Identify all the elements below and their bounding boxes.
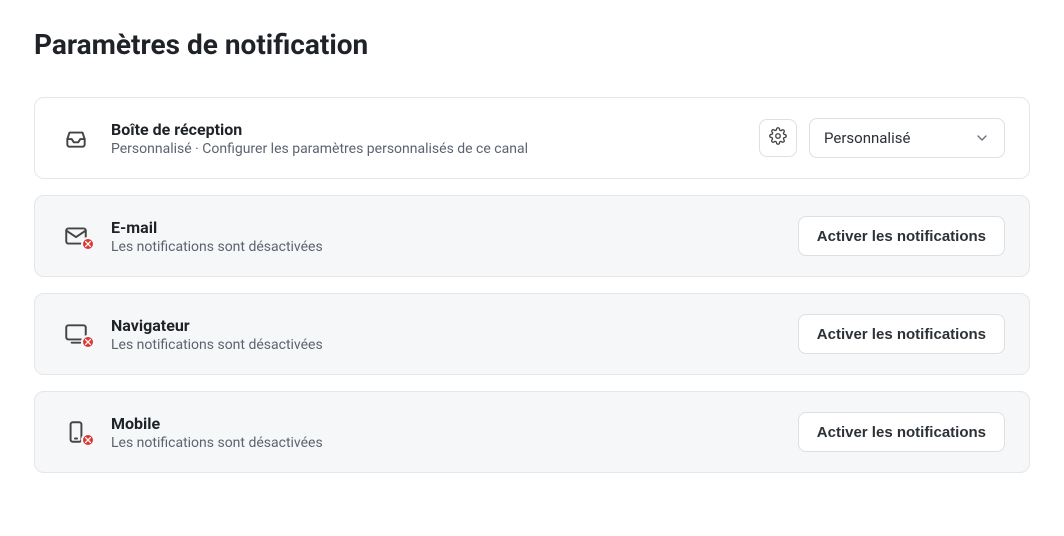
channel-mobile: Mobile Les notifications sont désactivée… (34, 391, 1030, 473)
chevron-down-icon (974, 130, 990, 146)
page-title: Paramètres de notification (34, 28, 1030, 61)
inbox-mode-select[interactable]: Personnalisé (809, 118, 1005, 158)
enable-mobile-button[interactable]: Activer les notifications (798, 412, 1005, 452)
channel-browser-sub: Les notifications sont désactivées (111, 337, 780, 353)
channel-email-sub: Les notifications sont désactivées (111, 239, 780, 255)
channel-mobile-title: Mobile (111, 414, 780, 433)
channel-email: E-mail Les notifications sont désactivée… (34, 195, 1030, 277)
disabled-badge-icon (81, 433, 95, 447)
settings-button[interactable] (759, 119, 797, 157)
channel-email-title: E-mail (111, 218, 780, 237)
gear-icon (769, 127, 787, 149)
channel-inbox: Boîte de réception Personnalisé · Config… (34, 97, 1030, 179)
email-icon (59, 223, 93, 249)
enable-email-button[interactable]: Activer les notifications (798, 216, 1005, 256)
channel-browser-title: Navigateur (111, 316, 780, 335)
enable-browser-button[interactable]: Activer les notifications (798, 314, 1005, 354)
disabled-badge-icon (81, 237, 95, 251)
channel-browser: Navigateur Les notifications sont désact… (34, 293, 1030, 375)
inbox-icon (59, 125, 93, 151)
disabled-badge-icon (81, 335, 95, 349)
mobile-icon (59, 419, 93, 445)
inbox-mode-value: Personnalisé (824, 129, 910, 147)
channel-mobile-sub: Les notifications sont désactivées (111, 435, 780, 451)
channel-inbox-title: Boîte de réception (111, 120, 741, 139)
browser-icon (59, 321, 93, 347)
channel-inbox-sub: Personnalisé · Configurer les paramètres… (111, 141, 741, 157)
